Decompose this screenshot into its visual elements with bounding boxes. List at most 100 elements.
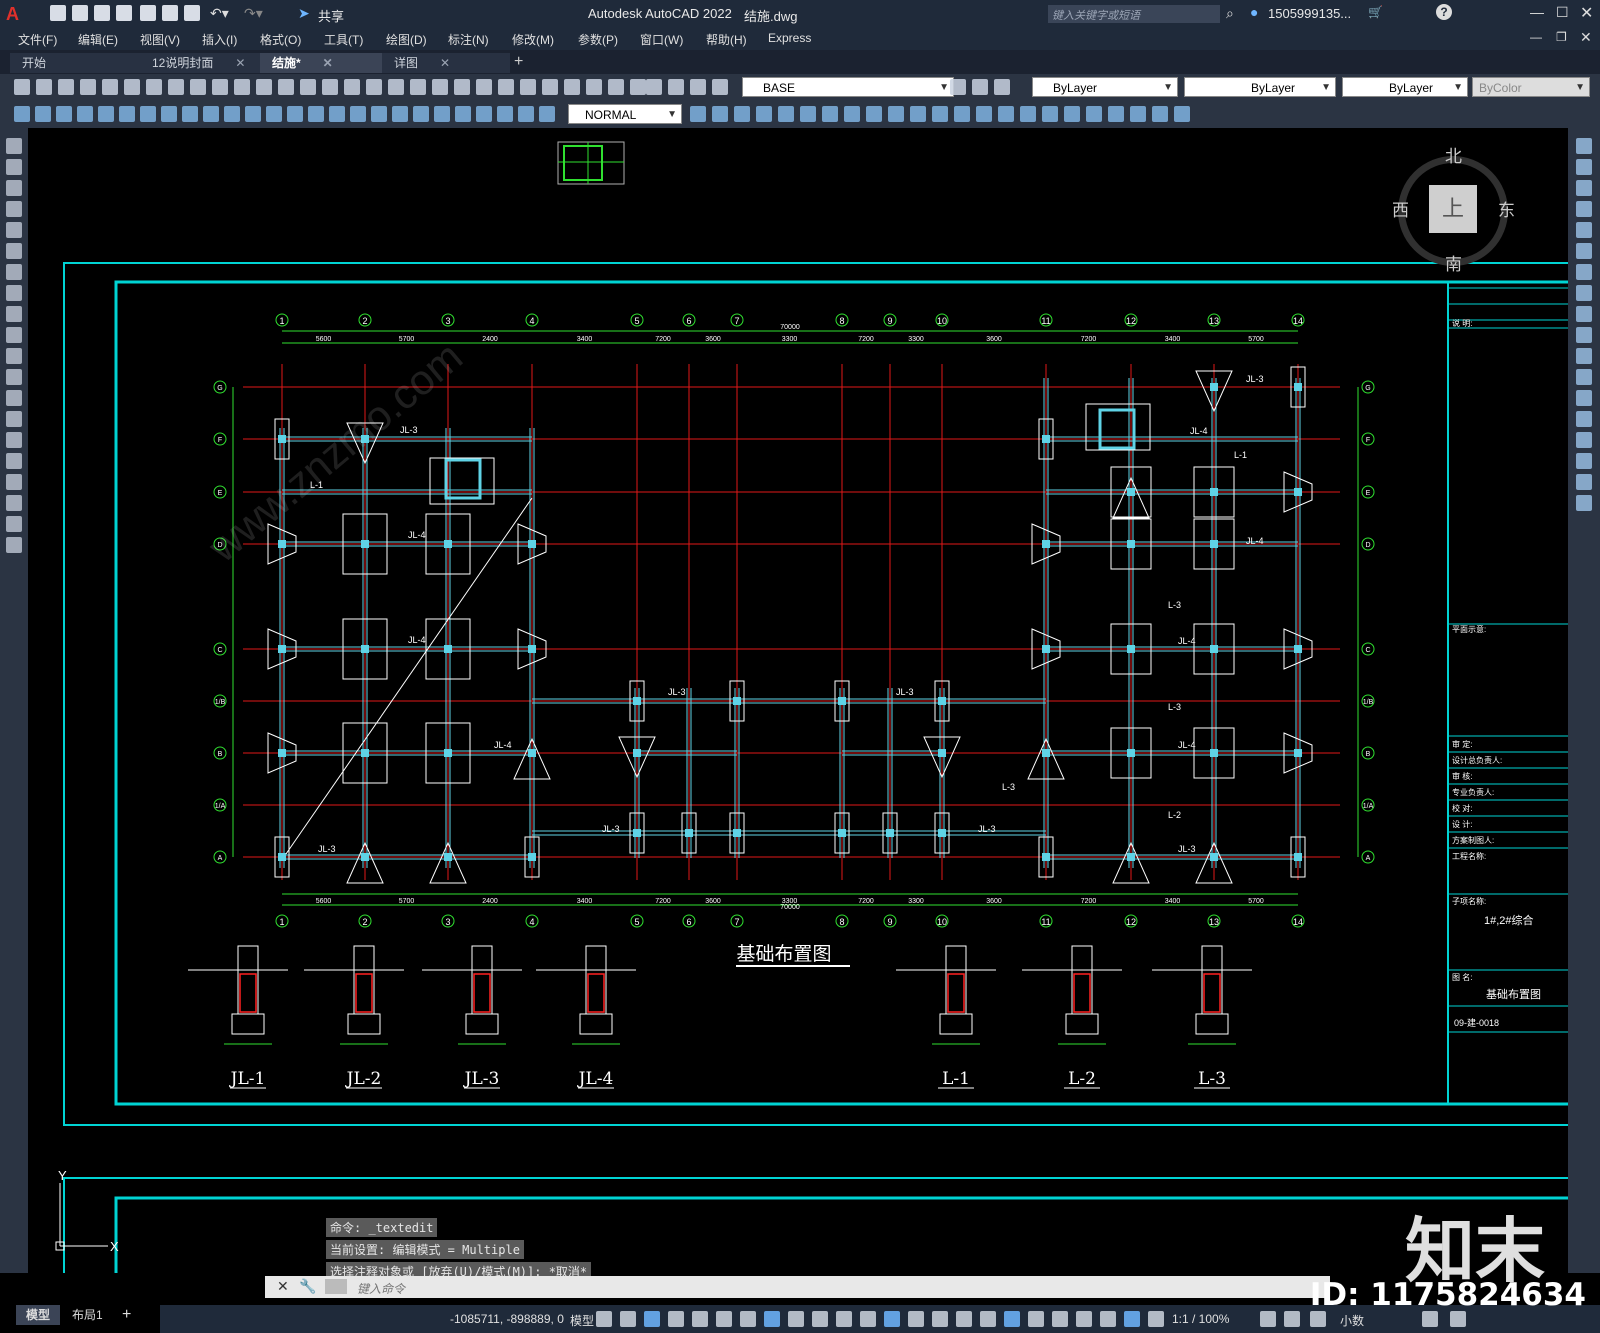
close-icon[interactable]: ✕ — [1580, 3, 1593, 23]
markup-icon[interactable] — [454, 79, 470, 95]
layer-combo[interactable]: BASE ▼ — [742, 77, 954, 97]
dim-break-icon[interactable] — [932, 106, 948, 122]
stretch-icon[interactable] — [1576, 306, 1592, 322]
explode-icon[interactable] — [1576, 495, 1592, 511]
tab-close-icon[interactable]: ✕ — [235, 56, 245, 70]
add-selected-icon[interactable] — [6, 537, 22, 553]
tab-cover[interactable]: 12说明封面 ✕ — [140, 53, 268, 73]
maximize-icon[interactable]: ☐ — [1556, 4, 1569, 21]
open-icon[interactable] — [608, 79, 624, 95]
center-mark-icon[interactable] — [976, 106, 992, 122]
ellipse-arc-icon[interactable] — [6, 348, 22, 364]
scale-icon[interactable] — [1576, 285, 1592, 301]
cut-icon[interactable] — [712, 79, 728, 95]
block-icon[interactable] — [455, 106, 471, 122]
osnap-tracking-icon[interactable] — [1100, 1311, 1116, 1327]
menu-item[interactable]: 绘图(D) — [386, 31, 427, 48]
design-center-icon[interactable] — [388, 79, 404, 95]
polar-icon[interactable] — [1052, 1311, 1068, 1327]
save-icon[interactable] — [58, 79, 74, 95]
copy-icon[interactable] — [950, 79, 966, 95]
osnap-icon[interactable] — [1124, 1311, 1140, 1327]
dim-ordinate-icon[interactable] — [77, 106, 93, 122]
dim-update-icon[interactable] — [1086, 106, 1102, 122]
ortho-icon[interactable] — [1028, 1311, 1044, 1327]
workspace-icon[interactable] — [1260, 1311, 1276, 1327]
match-icon[interactable] — [994, 79, 1010, 95]
print-icon[interactable] — [646, 79, 662, 95]
dim-continue-icon[interactable] — [888, 106, 904, 122]
undo-icon[interactable]: ↶▾ — [210, 5, 229, 22]
paste-icon[interactable] — [190, 79, 206, 95]
doc-minimize-icon[interactable]: — — [1530, 30, 1542, 44]
jogged-linear-icon[interactable] — [1020, 106, 1036, 122]
break-point-icon[interactable] — [1576, 369, 1592, 385]
save-icon[interactable] — [630, 79, 646, 95]
polar-icon[interactable] — [668, 1311, 684, 1327]
zoom-icon[interactable] — [300, 79, 316, 95]
osnap-tracking-icon[interactable] — [716, 1311, 732, 1327]
plot-icon[interactable] — [140, 5, 156, 21]
viewcube-north[interactable]: 北 — [1445, 142, 1462, 167]
selection-filter-icon[interactable] — [884, 1311, 900, 1327]
layout-tab-model[interactable]: 模型 — [16, 1305, 61, 1325]
polygon-icon[interactable] — [6, 201, 22, 217]
print-icon[interactable] — [80, 79, 96, 95]
hardware-accel-icon[interactable] — [1422, 1311, 1438, 1327]
grid-icon[interactable] — [596, 1311, 612, 1327]
command-customize-icon[interactable]: 🔧 — [299, 1278, 316, 1295]
cut-icon[interactable] — [146, 79, 162, 95]
rotate-icon[interactable] — [1576, 264, 1592, 280]
text-icon[interactable] — [6, 516, 22, 532]
tab-start[interactable]: 开始 — [10, 53, 144, 73]
offset-icon[interactable] — [1576, 201, 1592, 217]
user-icon[interactable]: ● — [1250, 4, 1258, 20]
preview-icon[interactable] — [102, 79, 118, 95]
coordinates[interactable]: -1085711, -898889, 0 — [450, 1312, 564, 1326]
gradient-icon[interactable] — [6, 453, 22, 469]
dim-angular-icon[interactable] — [161, 106, 177, 122]
tolerance-icon[interactable] — [287, 106, 303, 122]
copy-obj-icon[interactable] — [1576, 159, 1592, 175]
break-icon[interactable] — [1576, 390, 1592, 406]
line-icon[interactable] — [6, 138, 22, 154]
view-icon[interactable] — [497, 106, 513, 122]
tab-structure[interactable]: 结施* ✕ — [260, 53, 388, 73]
sheet-set-icon[interactable] — [432, 79, 448, 95]
dim-space-icon[interactable] — [910, 106, 926, 122]
dim-aligned-icon[interactable] — [35, 106, 51, 122]
publish-icon[interactable] — [124, 79, 140, 95]
extend-icon[interactable] — [1576, 348, 1592, 364]
calculator-icon[interactable] — [476, 79, 492, 95]
command-close-icon[interactable]: ✕ — [277, 1278, 289, 1295]
erase-icon[interactable] — [1576, 138, 1592, 154]
dynamic-ucs-icon[interactable] — [860, 1311, 876, 1327]
dim-text-edit-icon[interactable] — [1064, 106, 1080, 122]
paste-icon[interactable] — [972, 79, 988, 95]
insert-icon[interactable] — [1152, 106, 1168, 122]
dim-arc-icon[interactable] — [56, 106, 72, 122]
copy-icon[interactable] — [168, 79, 184, 95]
layer-state-icon[interactable] — [542, 79, 558, 95]
view-icon[interactable] — [1174, 106, 1190, 122]
fillet-icon[interactable] — [1576, 453, 1592, 469]
arc-icon[interactable] — [6, 243, 22, 259]
open-icon[interactable] — [72, 5, 88, 21]
add-layout-icon[interactable]: + — [122, 1306, 131, 1324]
menu-item[interactable]: 标注(N) — [448, 31, 489, 48]
array-icon[interactable] — [1576, 222, 1592, 238]
viewcube-east[interactable]: 东 — [1498, 196, 1515, 221]
space-toggle[interactable]: 模型 — [570, 1312, 594, 1329]
quick-dim-icon[interactable] — [844, 106, 860, 122]
textstyle-combo[interactable]: NORMAL ▼ — [568, 104, 682, 124]
viewcube-south[interactable]: 南 — [1445, 250, 1462, 275]
snap-icon[interactable] — [1004, 1311, 1020, 1327]
spline-icon[interactable] — [6, 306, 22, 322]
center-mark-icon[interactable] — [308, 106, 324, 122]
gizmo-icon[interactable] — [908, 1311, 924, 1327]
minimize-icon[interactable]: — — [1530, 4, 1544, 20]
publish-icon[interactable] — [690, 79, 706, 95]
orbit-icon[interactable] — [518, 106, 534, 122]
make-block-icon[interactable] — [6, 390, 22, 406]
circle-icon[interactable] — [6, 264, 22, 280]
